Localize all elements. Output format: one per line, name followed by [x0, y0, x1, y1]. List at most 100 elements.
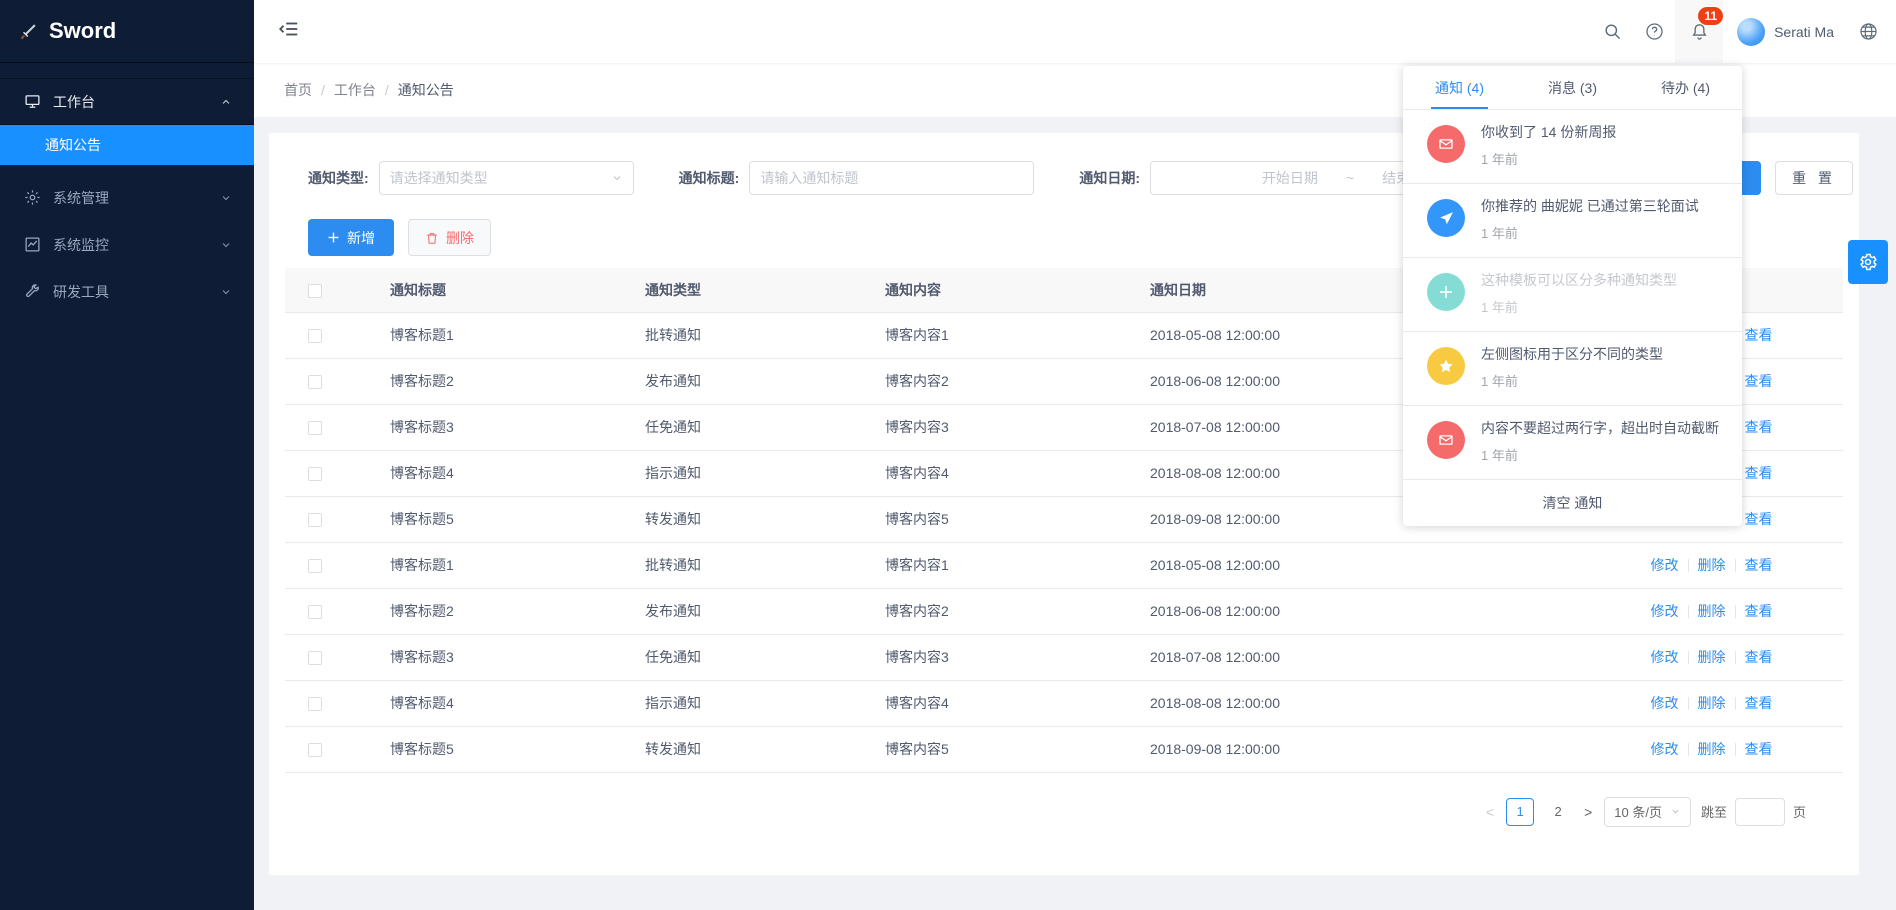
table-row: 博客标题3 任免通知 博客内容3 2018-07-08 12:00:00 修改删…	[285, 634, 1843, 680]
notification-item[interactable]: 这种模板可以区分多种通知类型 1 年前	[1403, 258, 1742, 332]
notice-type-select[interactable]: 请选择通知类型	[379, 161, 634, 195]
notification-item[interactable]: 你收到了 14 份新周报 1 年前	[1403, 110, 1742, 184]
chevron-down-icon	[1670, 806, 1681, 817]
view-link[interactable]: 查看	[1745, 741, 1773, 757]
view-link[interactable]: 查看	[1745, 327, 1773, 343]
gear-icon	[1858, 252, 1878, 272]
row-checkbox[interactable]	[308, 605, 322, 619]
edit-link[interactable]: 修改	[1651, 557, 1679, 573]
sidebar-collapse-button[interactable]	[278, 18, 300, 45]
sidebar-item-dev-tools[interactable]: 研发工具	[0, 268, 254, 315]
edit-link[interactable]: 修改	[1651, 695, 1679, 711]
breadcrumb-workbench[interactable]: 工作台	[334, 80, 376, 100]
theme-settings-button[interactable]	[1848, 240, 1888, 284]
edit-link[interactable]: 修改	[1651, 741, 1679, 757]
delete-link[interactable]: 删除	[1698, 557, 1726, 573]
prev-page-button[interactable]: <	[1484, 804, 1496, 820]
row-checkbox[interactable]	[308, 651, 322, 665]
sidebar: Sword 工作台 通知公告 系统管理	[0, 0, 254, 910]
user-menu[interactable]: Serati Ma	[1723, 18, 1848, 46]
sidebar-item-label: 系统监控	[53, 235, 109, 255]
notification-text: 内容不要超过两行字，超出时自动截断	[1481, 418, 1719, 438]
sidebar-menu: 工作台 通知公告 系统管理	[0, 63, 254, 315]
notification-text: 左侧图标用于区分不同的类型	[1481, 344, 1663, 364]
next-page-button[interactable]: >	[1582, 804, 1594, 820]
view-link[interactable]: 查看	[1745, 419, 1773, 435]
sidebar-item-label: 研发工具	[53, 282, 109, 302]
clear-notifications-button[interactable]: 清空 通知	[1403, 480, 1742, 526]
breadcrumb-home[interactable]: 首页	[284, 80, 312, 100]
notification-item[interactable]: 左侧图标用于区分不同的类型 1 年前	[1403, 332, 1742, 406]
view-link[interactable]: 查看	[1745, 557, 1773, 573]
notification-item[interactable]: 内容不要超过两行字，超出时自动截断 1 年前	[1403, 406, 1742, 480]
cell-date: 2018-08-08 12:00:00	[1105, 680, 1580, 726]
cell-title: 博客标题4	[345, 680, 600, 726]
type-label: 通知类型:	[308, 168, 369, 188]
star-icon	[1427, 347, 1465, 385]
select-all-checkbox[interactable]	[308, 284, 322, 298]
chevron-down-icon	[611, 172, 623, 184]
cell-content: 博客内容2	[840, 358, 1105, 404]
edit-link[interactable]: 修改	[1651, 649, 1679, 665]
cell-type: 任免通知	[600, 634, 840, 680]
view-link[interactable]: 查看	[1745, 603, 1773, 619]
search-button[interactable]	[1591, 0, 1633, 63]
header-title: 通知标题	[345, 268, 600, 312]
cell-type: 转发通知	[600, 496, 840, 542]
row-checkbox[interactable]	[308, 697, 322, 711]
page-1-button[interactable]: 1	[1506, 798, 1534, 826]
paper-plane-icon	[1427, 199, 1465, 237]
delete-link[interactable]: 删除	[1698, 649, 1726, 665]
view-link[interactable]: 查看	[1745, 649, 1773, 665]
notification-text: 这种模板可以区分多种通知类型	[1481, 270, 1677, 290]
view-link[interactable]: 查看	[1745, 511, 1773, 527]
delete-link[interactable]: 删除	[1698, 741, 1726, 757]
notifications-button[interactable]: 11	[1675, 0, 1723, 63]
jump-page-input[interactable]	[1735, 798, 1785, 826]
row-checkbox[interactable]	[308, 513, 322, 527]
add-button[interactable]: 新增	[308, 219, 394, 256]
help-button[interactable]	[1633, 0, 1675, 63]
row-checkbox[interactable]	[308, 467, 322, 481]
delete-button[interactable]: 删除	[408, 219, 491, 256]
tab-todos[interactable]: 待办 (4)	[1629, 66, 1742, 109]
collapse-menu-icon	[278, 18, 300, 40]
row-checkbox[interactable]	[308, 421, 322, 435]
reset-button[interactable]: 重 置	[1775, 161, 1853, 195]
page-size-select[interactable]: 10 条/页	[1604, 797, 1691, 827]
row-checkbox[interactable]	[308, 559, 322, 573]
sidebar-item-label: 系统管理	[53, 188, 109, 208]
delete-link[interactable]: 删除	[1698, 603, 1726, 619]
row-checkbox[interactable]	[308, 329, 322, 343]
mail-icon	[1427, 125, 1465, 163]
language-button[interactable]	[1848, 0, 1888, 63]
row-checkbox[interactable]	[308, 743, 322, 757]
view-link[interactable]: 查看	[1745, 695, 1773, 711]
tab-messages[interactable]: 消息 (3)	[1516, 66, 1629, 109]
notification-time: 1 年前	[1481, 223, 1699, 242]
user-name: Serati Ma	[1774, 24, 1834, 40]
view-link[interactable]: 查看	[1745, 465, 1773, 481]
notice-title-input[interactable]	[760, 170, 1023, 186]
notification-text: 你推荐的 曲妮妮 已通过第三轮面试	[1481, 196, 1699, 216]
row-checkbox[interactable]	[308, 375, 322, 389]
page-2-button[interactable]: 2	[1544, 798, 1572, 826]
view-link[interactable]: 查看	[1745, 373, 1773, 389]
cell-title: 博客标题2	[345, 588, 600, 634]
sidebar-item-system-monitor[interactable]: 系统监控	[0, 221, 254, 268]
edit-link[interactable]: 修改	[1651, 603, 1679, 619]
tab-notifications[interactable]: 通知 (4)	[1403, 66, 1516, 109]
top-header: 11 Serati Ma	[254, 0, 1896, 63]
delete-link[interactable]: 删除	[1698, 695, 1726, 711]
date-tilde: ~	[1346, 170, 1354, 186]
cell-date: 2018-05-08 12:00:00	[1105, 542, 1580, 588]
breadcrumb-separator: /	[385, 82, 389, 98]
cell-content: 博客内容5	[840, 726, 1105, 772]
date-label: 通知日期:	[1079, 168, 1140, 188]
cell-content: 博客内容3	[840, 634, 1105, 680]
notification-item[interactable]: 你推荐的 曲妮妮 已通过第三轮面试 1 年前	[1403, 184, 1742, 258]
cell-title: 博客标题5	[345, 726, 600, 772]
sidebar-item-workbench[interactable]: 工作台	[0, 78, 254, 125]
sidebar-item-system-mgmt[interactable]: 系统管理	[0, 174, 254, 221]
sidebar-item-notice[interactable]: 通知公告	[0, 125, 254, 165]
